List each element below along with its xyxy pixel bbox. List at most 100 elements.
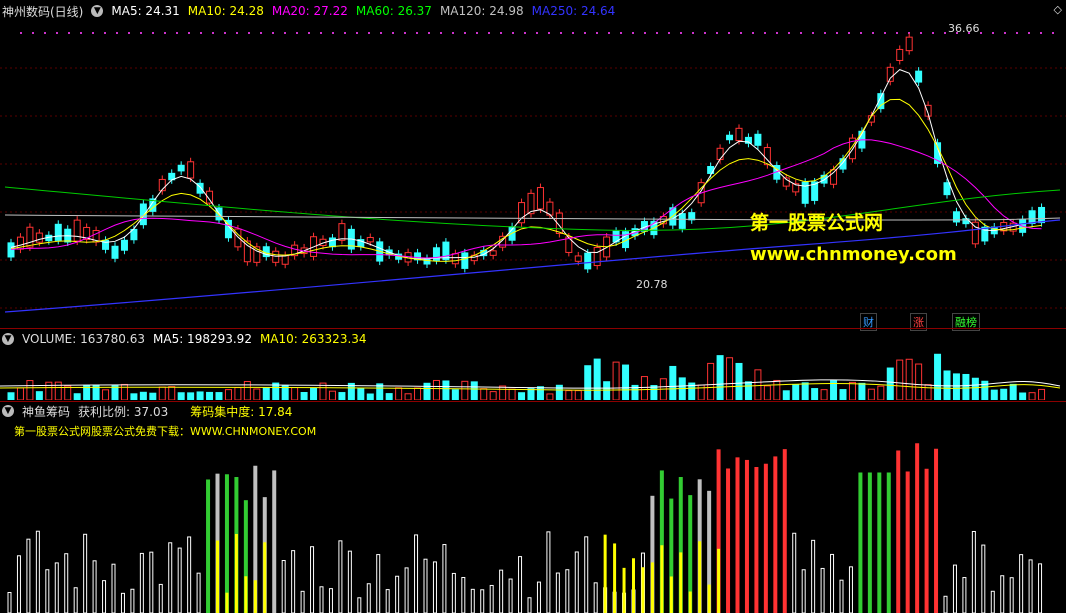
chip-bar (782, 449, 787, 613)
circle-toggle-icon[interactable]: ▼ (91, 5, 104, 17)
volume-bar (432, 379, 440, 400)
signal-dot (200, 32, 202, 34)
signal-dot (692, 32, 694, 34)
chip-bar (848, 566, 853, 613)
ma-labels: MA5: 24.31 MA10: 24.28 MA20: 27.22 MA60: 26… (111, 4, 615, 18)
chip-bar (527, 597, 532, 613)
chip-bar (45, 569, 50, 613)
volume-bar (508, 388, 516, 400)
chip-bar (432, 561, 437, 613)
signal-dot (896, 32, 898, 34)
price-panel-header: 神州数码(日线) ▼ MA5: 24.31 MA10: 24.28 MA20: 27… (0, 2, 1066, 20)
chip-bar (1028, 559, 1033, 613)
candle (518, 202, 526, 224)
indicator-chart[interactable] (0, 438, 1066, 613)
volume-bar (196, 391, 204, 400)
candle (366, 236, 374, 243)
chip-bar (811, 539, 816, 613)
stock-title[interactable]: 神州数码(日线) (2, 3, 83, 20)
chip-bar (820, 567, 825, 613)
chip-bar (451, 572, 456, 613)
volume-chart[interactable] (0, 348, 1066, 400)
signal-dot (512, 32, 514, 34)
signal-dot (944, 32, 946, 34)
signal-dot (44, 32, 46, 34)
candle (177, 164, 185, 172)
profit-bar (622, 567, 626, 613)
chip-bar (971, 530, 976, 613)
ma-label: MA60: 26.37 (355, 4, 432, 18)
volume-bar (489, 391, 497, 400)
chip-bar (858, 472, 863, 613)
chip-bar (981, 544, 986, 613)
candle (111, 245, 119, 259)
volume-bar (867, 388, 875, 400)
chip-bar (461, 576, 466, 613)
circle-toggle-icon[interactable]: ▼ (2, 333, 14, 345)
chip-bar (773, 456, 778, 613)
volume-bar (650, 385, 658, 400)
chip-bar (867, 472, 872, 613)
volume-bar (139, 391, 147, 400)
volume-bar (773, 379, 781, 400)
chip-bar (26, 538, 31, 613)
chevron-diamond-icon[interactable]: ◇ (1054, 3, 1062, 16)
volume-bar (1028, 392, 1036, 400)
candle (54, 223, 62, 241)
chip-bar (886, 472, 891, 613)
candle (735, 127, 743, 142)
signal-dot (128, 32, 130, 34)
signal-dot (320, 32, 322, 34)
volume-bar (536, 386, 544, 400)
signal-dot (608, 32, 610, 34)
signal-dot (932, 32, 934, 34)
signal-dot (548, 32, 550, 34)
signal-dot (380, 32, 382, 34)
candle (726, 134, 734, 141)
signal-dot (776, 32, 778, 34)
volume-bar (962, 373, 970, 400)
volume-bar (272, 382, 280, 400)
volume-bar (130, 393, 138, 400)
signal-dot (800, 32, 802, 34)
candle (338, 223, 346, 241)
circle-toggle-icon[interactable]: ▼ (2, 405, 14, 417)
volume-bar (414, 387, 422, 400)
volume-bar (7, 392, 15, 400)
chip-bar (943, 595, 948, 613)
volume-bar (565, 390, 573, 400)
profit-bar (660, 545, 664, 613)
signal-dot (152, 32, 154, 34)
chip-bar (915, 443, 920, 613)
profit-bar (641, 567, 645, 613)
candle (584, 252, 592, 270)
chip-bar (489, 584, 494, 613)
volume-bar (971, 377, 979, 400)
candle (7, 242, 15, 258)
chip-bar (801, 569, 806, 613)
candle (451, 253, 459, 265)
chip-bar (206, 479, 211, 613)
candle (1038, 206, 1046, 224)
chip-bar (480, 589, 485, 613)
chip-bar (924, 468, 929, 613)
volume-bar (451, 389, 459, 400)
signal-dot (620, 32, 622, 34)
chip-bar (499, 569, 504, 613)
chip-bar (16, 555, 21, 613)
volume-bar (243, 381, 251, 400)
volume-bar (896, 359, 904, 400)
signal-dot (32, 32, 34, 34)
chip-bar (735, 457, 740, 613)
profit-bar (679, 552, 683, 613)
chip-bar (877, 472, 882, 613)
price-chart[interactable] (0, 20, 1066, 330)
chip-bar (291, 550, 296, 613)
chip-bar (546, 531, 551, 613)
profit-bar (688, 591, 692, 613)
candle (489, 250, 497, 256)
chip-bar (7, 592, 12, 613)
chip-bar (319, 586, 324, 613)
volume-bar (848, 381, 856, 400)
signal-dot (644, 32, 646, 34)
